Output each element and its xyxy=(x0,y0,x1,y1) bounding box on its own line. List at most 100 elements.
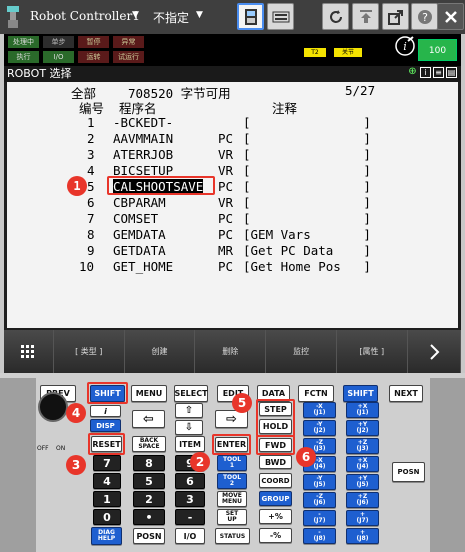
mode-selector[interactable]: 不指定 xyxy=(153,9,189,26)
row-number: 10 xyxy=(79,259,95,274)
jog-key[interactable]: -Y (J5) xyxy=(303,474,336,490)
program-name[interactable]: -BCKEDT- xyxy=(113,115,173,130)
program-name[interactable]: ATERRJOB xyxy=(113,147,173,162)
coord-key[interactable]: COORD xyxy=(259,473,292,488)
program-name[interactable]: CBPARAM xyxy=(113,195,166,210)
jog-key[interactable]: +X (J1) xyxy=(346,402,379,418)
arrow-down-key[interactable]: ⇩ xyxy=(175,420,203,435)
led-prod: 运转 xyxy=(78,51,109,63)
key-4[interactable]: 4 xyxy=(93,473,121,489)
chevron-down-icon[interactable]: ▼ xyxy=(132,10,139,20)
status-key[interactable]: STATUS xyxy=(215,528,250,544)
program-comment: [GEM Vars ] xyxy=(243,227,371,242)
program-name[interactable]: GEMDATA xyxy=(113,227,166,242)
jog-key[interactable]: -X (J1) xyxy=(303,402,336,418)
jog-key[interactable]: - (J8) xyxy=(303,528,336,544)
upload-button[interactable] xyxy=(352,3,379,30)
info-key[interactable]: i xyxy=(90,405,121,417)
controller-name[interactable]: Robot Controller1 xyxy=(30,9,140,23)
jog-key[interactable]: +Z (J6) xyxy=(346,492,379,508)
key-1[interactable]: 1 xyxy=(93,491,121,507)
jog-joint-label: (J5) xyxy=(313,481,326,488)
group-key[interactable]: GROUP xyxy=(259,491,292,506)
menu-icon[interactable]: ≡ xyxy=(433,67,444,78)
next-key[interactable]: NEXT xyxy=(389,385,423,402)
row-number: 4 xyxy=(87,163,95,178)
softkey-attr[interactable]: [属性 ] xyxy=(336,330,408,373)
key-0[interactable]: 0 xyxy=(93,509,121,525)
zoom-icon[interactable]: ⊕ xyxy=(407,67,418,78)
jog-key[interactable]: + (J7) xyxy=(346,510,379,526)
key-8[interactable]: 8 xyxy=(133,455,165,471)
page-indicator: 5/27 xyxy=(345,83,376,98)
jog-key[interactable]: -Z (J6) xyxy=(303,492,336,508)
close-button[interactable] xyxy=(437,3,464,30)
key-3[interactable]: 3 xyxy=(175,491,205,507)
posn-key-right[interactable]: POSN xyxy=(392,462,425,482)
program-type: PC xyxy=(218,227,234,242)
coord-badge: 关节 xyxy=(334,48,362,57)
program-name[interactable]: GETDATA xyxy=(113,243,166,258)
key-7[interactable]: 7 xyxy=(93,455,121,471)
grid-icon xyxy=(21,344,35,358)
select-key[interactable]: SELECT xyxy=(174,385,208,402)
key-5[interactable]: 5 xyxy=(133,473,165,489)
arrow-left-key[interactable]: ⇦ xyxy=(132,410,165,428)
io-key[interactable]: I/O xyxy=(175,528,205,544)
softkey-create[interactable]: 创建 xyxy=(124,330,196,373)
jog-key[interactable]: +X (J4) xyxy=(346,456,379,472)
key-6[interactable]: 6 xyxy=(175,473,205,489)
led-busy: 处理中 xyxy=(8,36,39,48)
bwd-key[interactable]: BWD xyxy=(259,455,292,469)
refresh-button[interactable] xyxy=(322,3,349,30)
tool2-key[interactable]: TOOL 2 xyxy=(217,473,247,489)
help-icon: ? xyxy=(417,9,432,24)
tool1-key[interactable]: TOOL 1 xyxy=(217,455,247,471)
key-dot[interactable]: • xyxy=(133,509,165,525)
jog-joint-label: (J3) xyxy=(313,445,326,452)
chevron-down-icon[interactable]: ▼ xyxy=(196,10,203,20)
speed-up-key[interactable]: +% xyxy=(259,509,292,524)
disp-key[interactable]: DISP xyxy=(90,419,121,432)
jog-key[interactable]: +Y (J5) xyxy=(346,474,379,490)
softkey-menu[interactable] xyxy=(4,330,54,373)
key-minus[interactable]: - xyxy=(175,509,205,525)
status-row: 处理中 单步 暂停 异常 执行 I/O 运转 试运行 T2 关节 i 100 xyxy=(4,34,461,66)
window-icon[interactable]: ▤ xyxy=(446,67,457,78)
jog-key[interactable]: -Y (J2) xyxy=(303,420,336,436)
softkey-type[interactable]: [ 类型 ] xyxy=(53,330,125,373)
tool1-num: 1 xyxy=(229,462,235,469)
jog-key[interactable]: +Y (J2) xyxy=(346,420,379,436)
diag-help-key[interactable]: DIAG HELP xyxy=(91,527,122,545)
backspace-key[interactable]: BACK SPACE xyxy=(132,436,166,452)
menu-key[interactable]: MENU xyxy=(131,385,167,402)
fctn-key[interactable]: FCTN xyxy=(298,385,334,402)
jog-key[interactable]: - (J7) xyxy=(303,510,336,526)
arrow-up-key[interactable]: ⇧ xyxy=(175,403,203,418)
item-key[interactable]: ITEM xyxy=(175,436,205,452)
power-switch[interactable] xyxy=(38,392,68,422)
shift-key-right[interactable]: SHIFT xyxy=(343,385,378,402)
posn-key[interactable]: POSN xyxy=(133,528,165,544)
jog-key[interactable]: +Z (J3) xyxy=(346,438,379,454)
upload-icon xyxy=(359,9,372,23)
program-name[interactable]: AAVMMAIN xyxy=(113,131,173,146)
key-2[interactable]: 2 xyxy=(133,491,165,507)
keyboard-button[interactable] xyxy=(267,3,294,30)
setup-key[interactable]: SET UP xyxy=(217,509,247,525)
teach-pendant-button[interactable] xyxy=(237,3,264,30)
move-menu-key[interactable]: MOVE MENU xyxy=(217,491,247,507)
jog-key[interactable]: + (J8) xyxy=(346,528,379,544)
mode-badge: T2 xyxy=(304,48,326,57)
program-type: PC xyxy=(218,259,234,274)
program-name[interactable]: GET_HOME xyxy=(113,259,173,274)
export-button[interactable] xyxy=(382,3,409,30)
program-name[interactable]: COMSET xyxy=(113,211,158,226)
jog-joint-label: (J3) xyxy=(356,445,369,452)
info-small-icon[interactable]: i xyxy=(420,67,431,78)
softkey-next[interactable] xyxy=(407,330,461,373)
speed-down-key[interactable]: -% xyxy=(259,528,292,543)
softkey-monitor[interactable]: 监控 xyxy=(266,330,337,373)
softkey-delete[interactable]: 删除 xyxy=(195,330,267,373)
help-button[interactable]: ? xyxy=(411,3,438,30)
